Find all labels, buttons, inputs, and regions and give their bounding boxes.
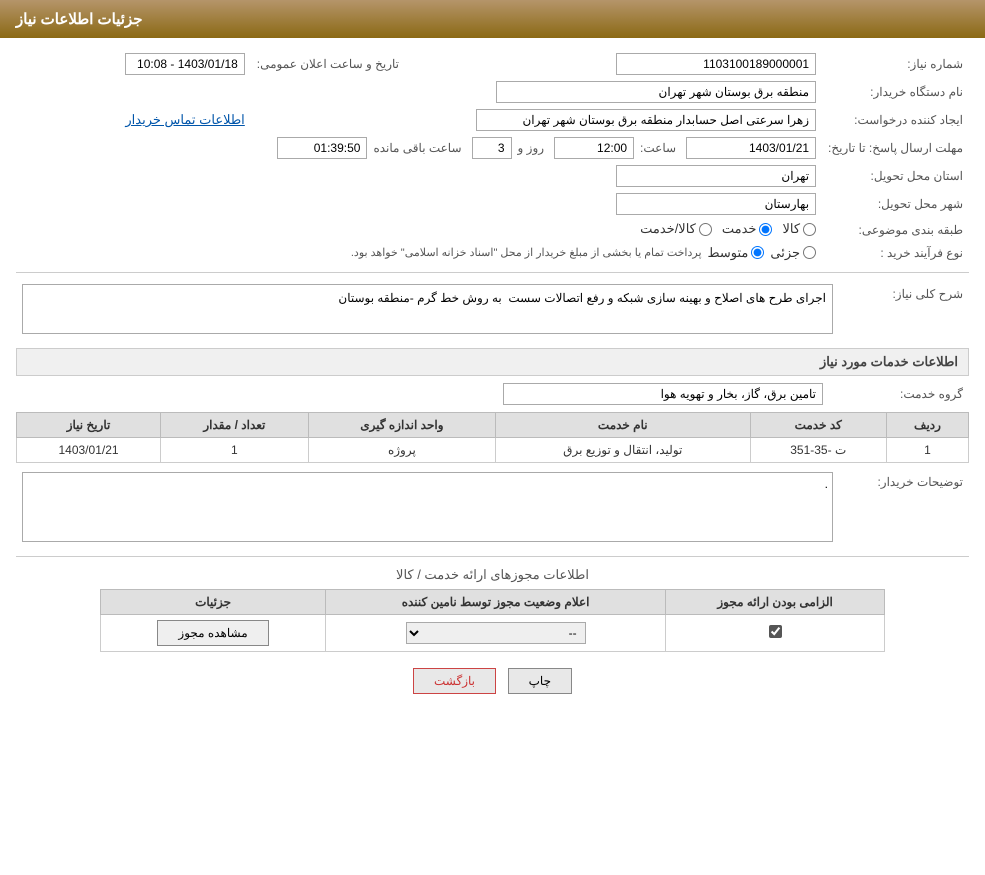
category-goods-service-radio[interactable] — [699, 223, 712, 236]
description-label: شرح کلی نیاز: — [839, 281, 969, 340]
process-minor-radio[interactable] — [803, 246, 816, 259]
table-row: -- مشاهده مجوز — [100, 614, 885, 651]
col-mandatory: الزامی بودن ارائه مجوز — [665, 589, 885, 614]
buyer-org-label: نام دستگاه خریدار: — [822, 78, 969, 106]
description-table: شرح کلی نیاز: اجرای طرح های اصلاح و بهین… — [16, 281, 969, 340]
divider-1 — [16, 272, 969, 273]
buyer-desc-label: توضیحات خریدار: — [839, 469, 969, 548]
permissions-table: الزامی بودن ارائه مجوز اعلام وضعیت مجوز … — [100, 589, 886, 652]
category-service-option[interactable]: خدمت — [722, 221, 773, 237]
category-service-radio[interactable] — [759, 223, 772, 236]
buyer-desc-table: توضیحات خریدار: . — [16, 469, 969, 548]
cell-date: 1403/01/21 — [17, 437, 161, 462]
col-quantity: تعداد / مقدار — [161, 412, 309, 437]
province-input[interactable] — [616, 165, 816, 187]
permissions-section-title: اطلاعات مجوزهای ارائه خدمت / کالا — [16, 567, 969, 583]
category-label: طبقه بندی موضوعی: — [822, 218, 969, 242]
category-goods-radio[interactable] — [803, 223, 816, 236]
buyer-desc-textarea[interactable]: . — [22, 472, 833, 542]
col-status: اعلام وضعیت مجوز توسط نامین کننده — [326, 589, 665, 614]
cell-quantity: 1 — [161, 437, 309, 462]
description-textarea[interactable]: اجرای طرح های اصلاح و بهینه سازی شبکه و … — [22, 284, 833, 334]
divider-2 — [16, 556, 969, 557]
requester-input[interactable] — [476, 109, 816, 131]
cell-mandatory — [665, 614, 885, 651]
table-row: 1 ت -35-351 تولید، انتقال و توزیع برق پر… — [17, 437, 969, 462]
need-number-input[interactable] — [616, 53, 816, 75]
city-input[interactable] — [616, 193, 816, 215]
date-label: تاریخ و ساعت اعلان عمومی: — [251, 50, 405, 78]
deadline-time-label: ساعت: — [640, 141, 676, 155]
deadline-time-input[interactable] — [554, 137, 634, 159]
city-label: شهر محل تحویل: — [822, 190, 969, 218]
services-section-header: اطلاعات خدمات مورد نیاز — [16, 348, 969, 376]
category-radio-group: کالا خدمت کالا/خدمت — [640, 221, 816, 237]
days-label: روز و — [518, 141, 545, 155]
cell-name: تولید، انتقال و توزیع برق — [496, 437, 750, 462]
back-button[interactable]: بازگشت — [413, 668, 496, 694]
services-table: ردیف کد خدمت نام خدمت واحد اندازه گیری ت… — [16, 412, 969, 463]
remaining-label: ساعت باقی مانده — [373, 141, 461, 155]
province-label: استان محل تحویل: — [822, 162, 969, 190]
contact-link[interactable]: اطلاعات تماس خریدار — [125, 112, 244, 127]
process-label: نوع فرآیند خرید : — [822, 242, 969, 264]
col-details: جزئیات — [100, 589, 326, 614]
category-goods-service-option[interactable]: کالا/خدمت — [640, 221, 712, 237]
process-medium-radio[interactable] — [751, 246, 764, 259]
requester-label: ایجاد کننده درخواست: — [822, 106, 969, 134]
col-date: تاریخ نیاز — [17, 412, 161, 437]
cell-row: 1 — [886, 437, 968, 462]
button-area: چاپ بازگشت — [16, 668, 969, 694]
basic-info-table: شماره نیاز: تاریخ و ساعت اعلان عمومی: نا… — [16, 50, 969, 264]
service-group-input[interactable] — [503, 383, 823, 405]
page-title: جزئیات اطلاعات نیاز — [16, 11, 143, 28]
col-row: ردیف — [886, 412, 968, 437]
process-medium-option[interactable]: متوسط — [708, 245, 765, 261]
service-group-label: گروه خدمت: — [829, 380, 969, 408]
remaining-time-input[interactable] — [277, 137, 367, 159]
days-input[interactable] — [472, 137, 512, 159]
page-header: جزئیات اطلاعات نیاز — [0, 0, 985, 38]
cell-code: ت -35-351 — [750, 437, 886, 462]
cell-details: مشاهده مجوز — [100, 614, 326, 651]
print-button[interactable]: چاپ — [508, 668, 572, 694]
status-select[interactable]: -- — [406, 622, 586, 644]
date-input[interactable] — [125, 53, 245, 75]
need-number-label: شماره نیاز: — [822, 50, 969, 78]
deadline-date-input[interactable] — [686, 137, 816, 159]
col-service-name: نام خدمت — [496, 412, 750, 437]
mandatory-checkbox[interactable] — [769, 625, 782, 638]
process-minor-option[interactable]: جزئی — [770, 245, 816, 261]
process-note: پرداخت تمام یا بخشی از مبلغ خریدار از مح… — [351, 246, 702, 259]
service-group-table: گروه خدمت: — [16, 380, 969, 408]
response-deadline-label: مهلت ارسال پاسخ: تا تاریخ: — [822, 134, 969, 162]
category-goods-option[interactable]: کالا — [782, 221, 816, 237]
buyer-org-input[interactable] — [496, 81, 816, 103]
col-service-code: کد خدمت — [750, 412, 886, 437]
cell-status: -- — [326, 614, 665, 651]
col-unit: واحد اندازه گیری — [308, 412, 495, 437]
cell-unit: پروژه — [308, 437, 495, 462]
view-permit-button[interactable]: مشاهده مجوز — [157, 620, 268, 646]
